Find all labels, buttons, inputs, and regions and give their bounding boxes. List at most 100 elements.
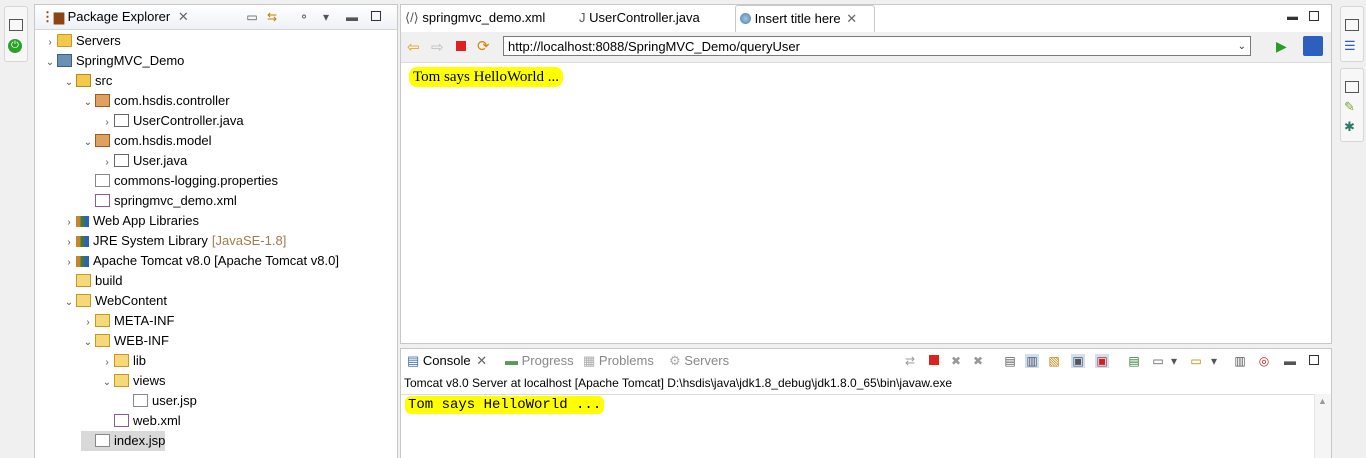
tree-item-label: META-INF (114, 313, 175, 328)
chevron-right-icon[interactable]: › (62, 233, 76, 253)
display-console-icon[interactable]: ▭ (1151, 354, 1165, 368)
word-wrap-icon[interactable]: ▧ (1047, 354, 1061, 368)
tree-item[interactable]: ⌄ WebContent (62, 291, 167, 311)
restore-icon[interactable] (1345, 81, 1359, 93)
tree-item[interactable]: › UserController.java (100, 111, 243, 133)
tree-item[interactable]: › Apache Tomcat v8.0 [Apache Tomcat v8.0] (62, 251, 339, 271)
external-browser-icon[interactable] (1303, 36, 1323, 56)
chevron-down-icon[interactable]: ⌄ (81, 133, 95, 153)
server-start-icon[interactable]: ⏻ (8, 39, 22, 53)
console-output: Tom says HelloWorld ... (405, 396, 605, 414)
tab-usercontroller-java[interactable]: J UserController.java (579, 5, 700, 31)
chevron-right-icon[interactable]: › (100, 353, 114, 373)
chevron-down-icon[interactable]: ⌄ (100, 373, 114, 393)
tree-item[interactable]: › META-INF (81, 311, 174, 331)
tab-servers[interactable]: ⚙ Servers (669, 349, 729, 373)
tree-item[interactable]: › JRE System Library [JavaSE-1.8] (62, 231, 286, 251)
remove-all-terminated-icon[interactable]: ✖ (971, 354, 985, 368)
chevron-right-icon[interactable]: › (62, 253, 76, 273)
chevron-down-icon[interactable]: ⌄ (1238, 37, 1246, 57)
chevron-right-icon[interactable]: › (100, 113, 114, 133)
tree-item[interactable]: springmvc_demo.xml (81, 191, 237, 211)
tree-item-label: WebContent (95, 293, 168, 308)
tree-item[interactable]: index.jsp (81, 431, 166, 451)
chevron-right-icon[interactable]: › (43, 33, 57, 53)
tree-item-label: lib (133, 353, 147, 368)
tree-item[interactable]: commons-logging.properties (81, 171, 278, 191)
tree-item[interactable]: ⌄ SpringMVC_Demo (43, 51, 185, 73)
tree-item[interactable]: web.xml (100, 411, 181, 431)
terminate-icon[interactable] (927, 354, 941, 368)
chevron-down-icon[interactable]: ⌄ (62, 73, 76, 93)
tree-item[interactable]: › lib (100, 351, 146, 371)
chevron-down-icon[interactable]: ⌄ (43, 53, 57, 73)
view-menu-chevron-icon[interactable]: ▾ (319, 10, 333, 24)
tree-item[interactable]: ⌄ views (100, 371, 166, 391)
show-on-stdout-icon[interactable]: ▣ (1071, 354, 1085, 368)
collapse-all-icon[interactable]: ▭ (245, 10, 259, 24)
tree-item-label: User.java (133, 153, 188, 168)
tab-springmvc-demo-xml[interactable]: ⟨/⟩ springmvc_demo.xml (405, 5, 545, 31)
editor-minimize-icon[interactable]: ▬ (1287, 11, 1298, 23)
close-icon[interactable]: ✕ (846, 11, 857, 26)
tab-problems[interactable]: ▦ Problems (583, 349, 654, 373)
chevron-down-icon[interactable]: ⌄ (62, 293, 76, 313)
chevron-down-icon[interactable]: ⌄ (81, 333, 95, 353)
disconnect-icon[interactable]: ⇄ (903, 354, 917, 368)
restore-icon[interactable] (1345, 19, 1359, 31)
chevron-right-icon[interactable]: › (62, 213, 76, 233)
go-icon[interactable]: ▶ (1276, 38, 1287, 55)
restore-icon[interactable] (9, 19, 23, 31)
tree-item[interactable]: › User.java (100, 151, 187, 171)
task-list-icon[interactable]: ✎ (1344, 99, 1355, 115)
minimize-icon[interactable]: ▬ (345, 10, 359, 24)
chevron-right-icon[interactable]: › (100, 153, 114, 173)
tab-package-explorer[interactable]: ⋮▆ Package Explorer ✕ (41, 5, 189, 29)
minimize-icon[interactable]: ▬ (1283, 354, 1297, 368)
tab-progress[interactable]: ▬ Progress (505, 349, 574, 373)
open-console-icon[interactable]: ▭ (1189, 354, 1203, 368)
tree-item-label: WEB-INF (114, 333, 169, 348)
refresh-icon[interactable]: ⟳ (477, 37, 490, 55)
view-menu-icon[interactable]: ⚬ (297, 10, 311, 24)
tab-insert-title-here[interactable]: Insert title here ✕ (735, 5, 875, 32)
close-icon[interactable]: ✕ (178, 9, 189, 24)
tab-label: UserController.java (589, 10, 700, 25)
outline-icon[interactable]: ☰ (1344, 39, 1358, 53)
url-input[interactable]: http://localhost:8088/SpringMVC_Demo/que… (503, 36, 1251, 56)
bug-icon[interactable]: ✱ (1344, 119, 1355, 135)
forward-icon[interactable]: ⇨ (431, 38, 444, 56)
console-output-area[interactable]: Tom says HelloWorld ... (401, 394, 1331, 458)
console-scrollbar[interactable]: ▲ (1314, 394, 1331, 458)
pin-console-icon[interactable]: ▤ (1127, 354, 1141, 368)
maximize-icon[interactable] (369, 10, 383, 24)
tree-item[interactable]: › Web App Libraries (62, 211, 199, 231)
eclipse-help-icon[interactable]: ◎ (1257, 354, 1271, 368)
tree-item[interactable]: ⌄ WEB-INF (81, 331, 169, 351)
scroll-up-icon[interactable]: ▲ (1318, 396, 1327, 406)
tree-item[interactable]: ⌄ com.hsdis.model (81, 131, 212, 151)
editor-maximize-icon[interactable] (1309, 11, 1319, 24)
chevron-down-icon[interactable]: ▾ (1167, 354, 1181, 368)
tree-item[interactable]: build (62, 271, 122, 291)
chevron-down-icon[interactable]: ⌄ (81, 93, 95, 113)
chevron-down-icon[interactable]: ▾ (1207, 354, 1221, 368)
link-with-editor-icon[interactable]: ⇆ (265, 10, 279, 24)
tab-console[interactable]: ▤ Console ✕ (407, 349, 487, 373)
console-menu-icon[interactable]: ▥ (1233, 354, 1247, 368)
tree-item[interactable]: › Servers (43, 31, 120, 53)
show-on-stderr-icon[interactable]: ▣ (1095, 354, 1109, 368)
tree-item[interactable]: ⌄ com.hsdis.controller (81, 91, 230, 111)
stop-icon[interactable] (456, 41, 466, 51)
scroll-lock-icon[interactable]: ▥ (1025, 354, 1039, 368)
back-icon[interactable]: ⇦ (407, 38, 420, 56)
close-icon[interactable]: ✕ (476, 353, 487, 368)
chevron-right-icon[interactable]: › (81, 313, 95, 333)
package-icon (95, 94, 110, 107)
remove-launch-icon[interactable]: ✖ (949, 354, 963, 368)
folder-servers-icon (57, 34, 72, 47)
maximize-icon[interactable] (1307, 354, 1321, 368)
tree-item[interactable]: ⌄ src (62, 71, 113, 93)
clear-console-icon[interactable]: ▤ (1003, 354, 1017, 368)
tree-item[interactable]: user.jsp (119, 391, 197, 411)
